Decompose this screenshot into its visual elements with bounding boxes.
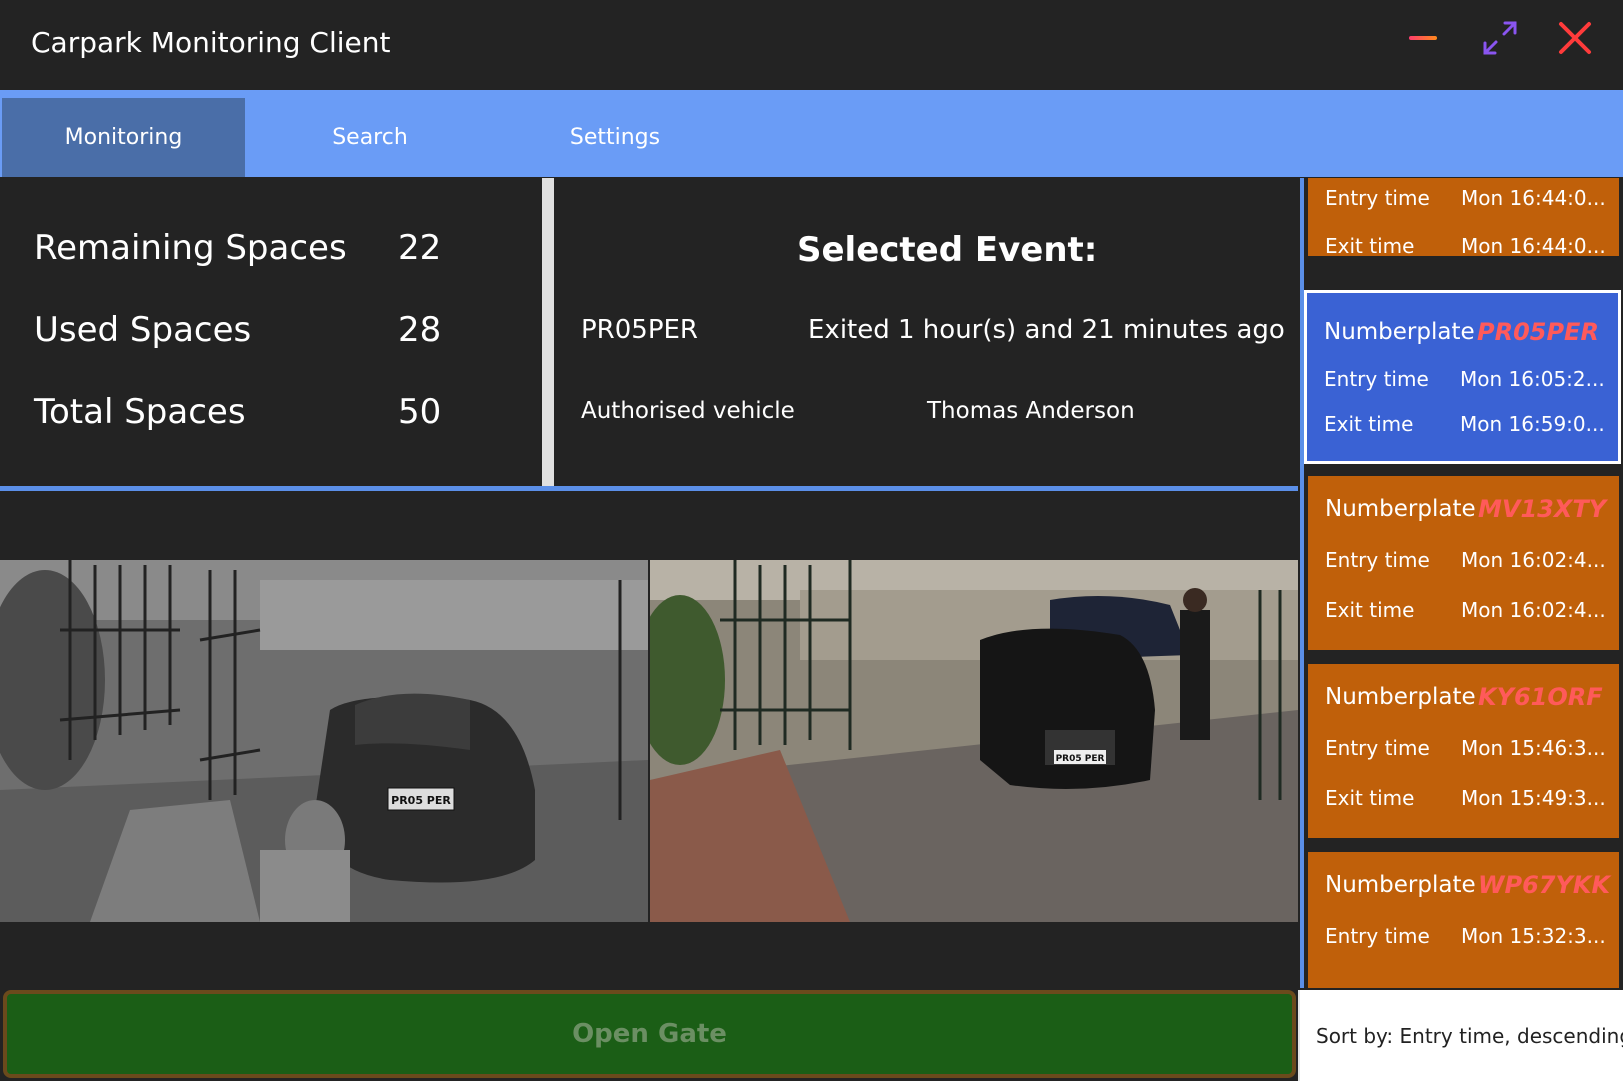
maximize-button[interactable] bbox=[1480, 18, 1520, 58]
sort-dropdown[interactable]: Sort by: Entry time, descending bbox=[1298, 990, 1623, 1081]
close-button[interactable] bbox=[1555, 18, 1595, 58]
exit-time-value: Mon 16:59:0... bbox=[1460, 412, 1605, 436]
tab-settings[interactable]: Settings bbox=[515, 98, 715, 177]
entry-time-value: Mon 16:05:2... bbox=[1460, 367, 1605, 391]
camera-left-plate-text: PR05 PER bbox=[391, 794, 451, 807]
camera-feeds: PR05 PER PR05 PER bbox=[0, 560, 1298, 922]
event-card[interactable]: Numberplate WP67YKK Entry time Mon 15:32… bbox=[1308, 852, 1619, 988]
event-owner: Thomas Anderson bbox=[927, 398, 1135, 424]
entry-time-value: Mon 16:02:4... bbox=[1461, 548, 1606, 572]
exit-time-label: Exit time bbox=[1325, 598, 1415, 622]
remaining-spaces-value: 22 bbox=[398, 228, 442, 268]
numberplate-value: KY61ORF bbox=[1478, 683, 1603, 711]
event-card[interactable]: Numberplate KY61ORF Entry time Mon 15:46… bbox=[1308, 664, 1619, 838]
exit-time-label: Exit time bbox=[1325, 786, 1415, 810]
entry-time-label: Entry time bbox=[1325, 924, 1430, 948]
minimize-icon bbox=[1409, 36, 1437, 40]
horizontal-divider bbox=[0, 486, 1298, 491]
entry-time-label: Entry time bbox=[1325, 548, 1430, 572]
remaining-spaces-label: Remaining Spaces bbox=[34, 228, 347, 268]
tab-monitoring[interactable]: Monitoring bbox=[2, 98, 245, 177]
event-status: Exited 1 hour(s) and 21 minutes ago bbox=[808, 315, 1285, 345]
exit-time-value: Mon 16:44:0... bbox=[1461, 234, 1606, 256]
exit-time-value: Mon 15:49:3... bbox=[1461, 786, 1606, 810]
numberplate-value: WP67YKK bbox=[1478, 871, 1611, 899]
camera-feed-right: PR05 PER bbox=[650, 560, 1298, 922]
event-authorisation: Authorised vehicle bbox=[581, 398, 795, 424]
panel-divider bbox=[542, 178, 554, 488]
event-card[interactable]: Entry time Mon 16:44:0... Exit time Mon … bbox=[1308, 178, 1619, 256]
close-icon bbox=[1559, 22, 1591, 54]
event-numberplate: PR05PER bbox=[581, 315, 698, 345]
tab-bar: Monitoring Search Settings bbox=[0, 90, 1623, 177]
selected-event-panel: Selected Event: PR05PER Exited 1 hour(s)… bbox=[554, 178, 1294, 488]
numberplate-label: Numberplate bbox=[1324, 319, 1475, 345]
exit-time-label: Exit time bbox=[1325, 234, 1415, 256]
camera-feed-left: PR05 PER bbox=[0, 560, 648, 922]
entry-time-value: Mon 15:32:3... bbox=[1461, 924, 1606, 948]
title-bar: Carpark Monitoring Client bbox=[0, 0, 1623, 90]
space-stats-panel: Remaining Spaces 22 Used Spaces 28 Total… bbox=[0, 178, 542, 488]
entry-time-value: Mon 15:46:3... bbox=[1461, 736, 1606, 760]
entry-time-label: Entry time bbox=[1325, 186, 1430, 210]
total-spaces-value: 50 bbox=[398, 392, 442, 432]
numberplate-value: MV13XTY bbox=[1478, 495, 1607, 523]
used-spaces-value: 28 bbox=[398, 310, 442, 350]
event-card-selected[interactable]: Numberplate PR05PER Entry time Mon 16:05… bbox=[1304, 290, 1621, 464]
event-list[interactable]: Entry time Mon 16:44:0... Exit time Mon … bbox=[1300, 178, 1623, 988]
exit-time-label: Exit time bbox=[1324, 412, 1414, 436]
entry-time-value: Mon 16:44:0... bbox=[1461, 186, 1606, 210]
app-window: Carpark Monitoring Client Monitoring Sea… bbox=[0, 0, 1623, 1081]
event-card[interactable]: Numberplate MV13XTY Entry time Mon 16:02… bbox=[1308, 476, 1619, 650]
app-title: Carpark Monitoring Client bbox=[31, 26, 391, 59]
tab-search[interactable]: Search bbox=[270, 98, 470, 177]
selected-event-title: Selected Event: bbox=[797, 230, 1098, 270]
numberplate-value: PR05PER bbox=[1477, 318, 1599, 346]
minimize-button[interactable] bbox=[1405, 18, 1445, 58]
total-spaces-label: Total Spaces bbox=[34, 392, 246, 432]
entry-time-label: Entry time bbox=[1325, 736, 1430, 760]
numberplate-label: Numberplate bbox=[1325, 496, 1476, 522]
maximize-icon bbox=[1483, 21, 1517, 55]
event-list-scroll-track[interactable] bbox=[1300, 178, 1304, 988]
exit-time-value: Mon 16:02:4... bbox=[1461, 598, 1606, 622]
numberplate-label: Numberplate bbox=[1325, 872, 1476, 898]
used-spaces-label: Used Spaces bbox=[34, 310, 252, 350]
entry-time-label: Entry time bbox=[1324, 367, 1429, 391]
open-gate-button[interactable]: Open Gate bbox=[3, 990, 1296, 1078]
camera-right-plate-text: PR05 PER bbox=[1056, 754, 1105, 764]
numberplate-label: Numberplate bbox=[1325, 684, 1476, 710]
